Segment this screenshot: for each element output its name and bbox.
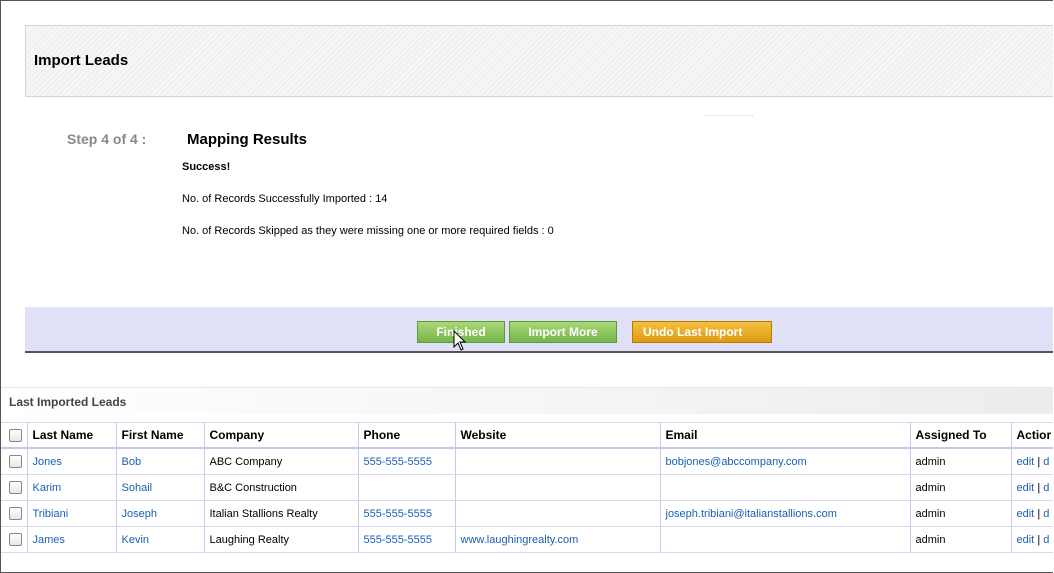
action-button-bar: Finished Import More Undo Last Import <box>25 307 1053 353</box>
delete-link[interactable]: d <box>1043 482 1049 494</box>
column-header-action: Actior <box>1011 422 1053 449</box>
company-cell: B&C Construction <box>204 474 359 501</box>
import-more-button[interactable]: Import More <box>509 321 617 343</box>
page-title: Import Leads <box>34 52 129 69</box>
step-indicator: Step 4 of 4 : <box>67 131 147 147</box>
email-link[interactable]: joseph.tribiani@italianstallions.com <box>660 500 911 527</box>
last-name-link[interactable]: James <box>27 526 117 553</box>
delete-link[interactable]: d <box>1043 534 1049 546</box>
table-row: Karim Sohail B&C Construction admin edit… <box>1 474 1053 501</box>
import-leads-window: Import Leads Step 4 of 4 : Mapping Resul… <box>0 0 1053 573</box>
last-name-link[interactable]: Karim <box>27 474 117 501</box>
skipped-count-text: No. of Records Skipped as they were miss… <box>182 225 554 237</box>
header-panel: Import Leads <box>25 25 1053 97</box>
row-checkbox-cell[interactable] <box>1 500 28 527</box>
email-link[interactable] <box>660 474 911 501</box>
website-link[interactable] <box>455 448 661 475</box>
assigned-to-cell: admin <box>910 500 1012 527</box>
row-checkbox[interactable] <box>9 455 22 468</box>
column-header-website[interactable]: Website <box>455 422 661 449</box>
row-checkbox[interactable] <box>9 533 22 546</box>
table-row: Jones Bob ABC Company 555-555-5555 bobjo… <box>1 448 1053 475</box>
action-cell: edit | d <box>1011 448 1053 475</box>
action-separator: | <box>1037 481 1041 494</box>
first-name-link[interactable]: Joseph <box>116 500 205 527</box>
undo-last-import-button[interactable]: Undo Last Import <box>632 321 772 343</box>
column-header-phone[interactable]: Phone <box>358 422 456 449</box>
last-name-link[interactable]: Jones <box>27 448 117 475</box>
step-title: Mapping Results <box>187 131 308 148</box>
column-header-first-name[interactable]: First Name <box>116 422 205 449</box>
phone-link[interactable]: 555-555-5555 <box>358 526 456 553</box>
phone-link[interactable]: 555-555-5555 <box>358 500 456 527</box>
column-header-last-name[interactable]: Last Name <box>27 422 117 449</box>
action-cell: edit | d <box>1011 526 1053 553</box>
assigned-to-cell: admin <box>910 526 1012 553</box>
table-row: James Kevin Laughing Realty 555-555-5555… <box>1 526 1053 553</box>
last-imported-header: Last Imported Leads <box>1 387 1053 414</box>
phone-link[interactable] <box>358 474 456 501</box>
assigned-to-cell: admin <box>910 448 1012 475</box>
edit-link[interactable]: edit <box>1017 508 1035 520</box>
company-cell: ABC Company <box>204 448 359 475</box>
action-separator: | <box>1037 455 1041 468</box>
assigned-to-cell: admin <box>910 474 1012 501</box>
email-link[interactable] <box>660 526 911 553</box>
first-name-link[interactable]: Bob <box>116 448 205 475</box>
decorative-mark <box>705 115 753 126</box>
company-cell: Laughing Realty <box>204 526 359 553</box>
action-cell: edit | d <box>1011 500 1053 527</box>
action-separator: | <box>1037 507 1041 520</box>
delete-link[interactable]: d <box>1043 456 1049 468</box>
table-header-row: Last Name First Name Company Phone Websi… <box>1 422 1053 449</box>
company-cell: Italian Stallions Realty <box>204 500 359 527</box>
phone-link[interactable]: 555-555-5555 <box>358 448 456 475</box>
row-checkbox[interactable] <box>9 481 22 494</box>
column-header-assigned-to[interactable]: Assigned To <box>910 422 1012 449</box>
row-checkbox-cell[interactable] <box>1 474 28 501</box>
row-checkbox[interactable] <box>9 507 22 520</box>
email-link[interactable]: bobjones@abccompany.com <box>660 448 911 475</box>
row-checkbox-cell[interactable] <box>1 526 28 553</box>
delete-link[interactable]: d <box>1043 508 1049 520</box>
select-all-checkbox-cell[interactable] <box>1 422 28 449</box>
action-cell: edit | d <box>1011 474 1053 501</box>
first-name-link[interactable]: Kevin <box>116 526 205 553</box>
leads-table: Last Name First Name Company Phone Websi… <box>1 422 1053 553</box>
edit-link[interactable]: edit <box>1017 456 1035 468</box>
imported-count-text: No. of Records Successfully Imported : 1… <box>182 193 388 205</box>
action-separator: | <box>1037 533 1041 546</box>
last-name-link[interactable]: Tribiani <box>27 500 117 527</box>
success-message: Success! <box>182 161 231 173</box>
first-name-link[interactable]: Sohail <box>116 474 205 501</box>
table-row: Tribiani Joseph Italian Stallions Realty… <box>1 500 1053 527</box>
column-header-email[interactable]: Email <box>660 422 911 449</box>
edit-link[interactable]: edit <box>1017 482 1035 494</box>
edit-link[interactable]: edit <box>1017 534 1035 546</box>
mouse-cursor-icon <box>453 330 467 351</box>
row-checkbox-cell[interactable] <box>1 448 28 475</box>
last-imported-title: Last Imported Leads <box>9 395 127 409</box>
website-link[interactable]: www.laughingrealty.com <box>455 526 661 553</box>
website-link[interactable] <box>455 474 661 501</box>
column-header-company[interactable]: Company <box>204 422 359 449</box>
select-all-checkbox[interactable] <box>9 429 22 443</box>
website-link[interactable] <box>455 500 661 527</box>
